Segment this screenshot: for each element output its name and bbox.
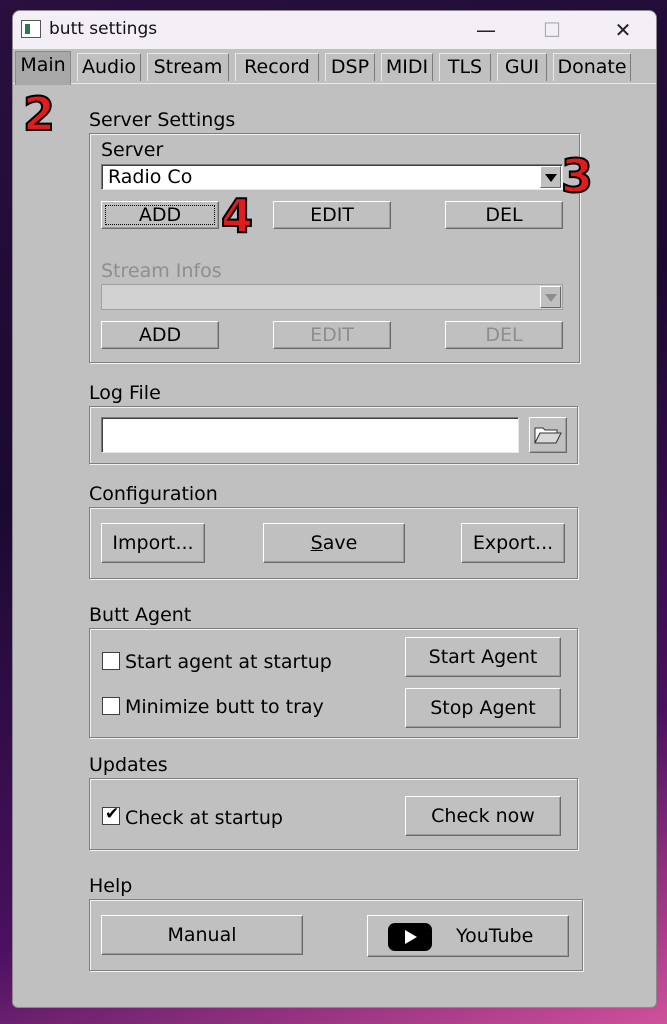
chevron-down-icon (544, 174, 557, 182)
server-settings-heading: Server Settings (89, 109, 236, 131)
stream-infos-del-button[interactable]: DEL (445, 321, 563, 349)
stream-infos-edit-button[interactable]: EDIT (273, 321, 391, 349)
annotation-badge-2: 2 (22, 87, 56, 141)
title-bar: butt settings — ☐ ✕ (13, 11, 656, 49)
start-agent-button[interactable]: Start Agent (405, 637, 561, 677)
updates-heading: Updates (89, 754, 168, 776)
configuration-heading: Configuration (89, 483, 218, 505)
server-edit-button[interactable]: EDIT (273, 201, 391, 229)
check-at-startup-label: Check at startup (125, 807, 283, 829)
server-select[interactable]: Radio Co (101, 164, 563, 190)
chevron-down-icon (544, 294, 557, 302)
annotation-badge-3: 3 (560, 149, 594, 203)
log-file-input[interactable] (101, 417, 519, 453)
play-icon (405, 930, 417, 944)
help-heading: Help (89, 875, 133, 897)
tab-dsp[interactable]: DSP (325, 53, 375, 81)
save-mnemonic: S (310, 532, 323, 554)
stream-infos-label: Stream Infos (101, 260, 222, 282)
tab-stream[interactable]: Stream (147, 53, 229, 81)
save-label: ave (322, 532, 358, 554)
stop-agent-button[interactable]: Stop Agent (405, 688, 561, 728)
start-agent-at-startup-checkbox[interactable] (102, 652, 120, 670)
settings-window: butt settings — ☐ ✕ Main Audio Stream Re… (12, 10, 657, 1008)
stream-infos-select[interactable] (101, 284, 563, 310)
close-button[interactable]: ✕ (600, 15, 646, 45)
tab-tls[interactable]: TLS (439, 53, 491, 81)
butt-agent-heading: Butt Agent (89, 604, 192, 626)
minimize-to-tray-checkbox[interactable] (102, 697, 120, 715)
minimize-button[interactable]: — (463, 15, 509, 45)
server-del-button[interactable]: DEL (445, 201, 563, 229)
import-button[interactable]: Import... (101, 523, 205, 563)
tab-audio[interactable]: Audio (77, 53, 141, 81)
save-button[interactable]: Save (263, 523, 405, 563)
checkmark-icon: ✔ (105, 804, 120, 824)
window-title: butt settings (49, 19, 158, 39)
tab-midi[interactable]: MIDI (381, 53, 433, 81)
check-now-button[interactable]: Check now (405, 796, 561, 836)
manual-button[interactable]: Manual (101, 915, 303, 955)
server-add-button[interactable]: ADD (101, 201, 219, 229)
stream-infos-dropdown-arrow[interactable] (540, 286, 561, 308)
server-label: Server (101, 139, 164, 161)
browse-folder-button[interactable] (529, 417, 567, 453)
app-icon (21, 20, 41, 38)
tab-main[interactable]: Main (15, 51, 71, 85)
youtube-label: YouTube (456, 925, 534, 947)
start-agent-at-startup-label: Start agent at startup (125, 651, 332, 673)
youtube-icon (388, 923, 432, 951)
tab-donate[interactable]: Donate (553, 53, 631, 81)
log-file-heading: Log File (89, 382, 161, 404)
stream-infos-add-button[interactable]: ADD (101, 321, 219, 349)
tab-gui[interactable]: GUI (497, 53, 547, 81)
export-button[interactable]: Export... (461, 523, 565, 563)
tab-record[interactable]: Record (235, 53, 319, 81)
folder-open-icon (534, 427, 562, 444)
minimize-to-tray-label: Minimize butt to tray (125, 696, 324, 718)
annotation-badge-4: 4 (220, 189, 254, 243)
server-select-value: Radio Co (108, 166, 193, 188)
check-at-startup-checkbox[interactable]: ✔ (102, 804, 120, 825)
tab-divider (13, 83, 656, 84)
server-dropdown-arrow[interactable] (540, 166, 561, 188)
youtube-button[interactable]: YouTube (367, 915, 569, 957)
maximize-button[interactable]: ☐ (529, 15, 575, 45)
